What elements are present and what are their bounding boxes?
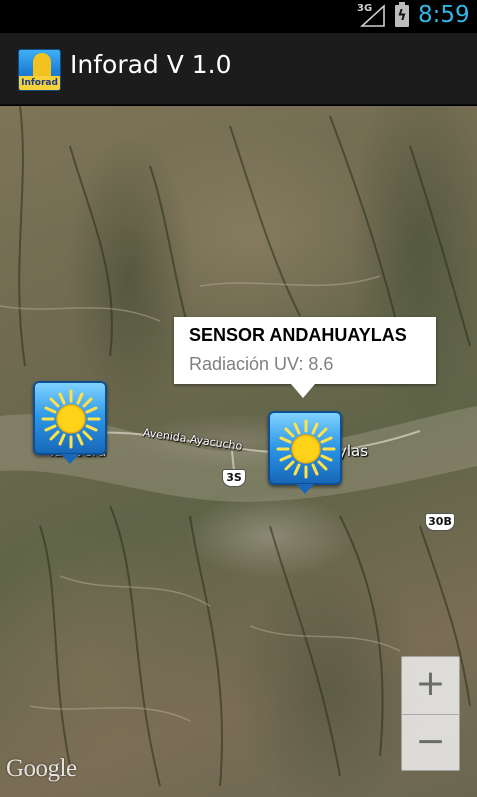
app-title: Inforad V 1.0	[70, 50, 232, 79]
signal-icon	[360, 4, 385, 27]
sensor-marker-andahuaylas[interactable]	[268, 411, 342, 494]
marker-pointer	[61, 454, 79, 464]
info-window-title: SENSOR ANDAHUAYLAS	[189, 325, 407, 345]
status-time: 8:59	[418, 2, 470, 28]
route-shield-30b: 30B	[425, 513, 455, 531]
place-label-andahuaylas: ylas	[338, 442, 369, 460]
battery-charging-icon: ϟ	[395, 2, 409, 27]
zoom-in-button[interactable]: +	[402, 657, 459, 714]
app-icon[interactable]: Inforad	[18, 49, 61, 91]
google-attribution-logo: Google	[6, 755, 77, 782]
sensor-marker-talavera[interactable]	[33, 381, 107, 464]
marker-pointer	[296, 484, 314, 494]
zoom-out-button[interactable]: −	[402, 714, 459, 771]
marker-info-window[interactable]: SENSOR ANDAHUAYLAS Radiación UV: 8.6	[174, 317, 436, 398]
sun-icon	[276, 419, 336, 479]
app-icon-label: Inforad	[19, 76, 60, 90]
sun-icon	[41, 389, 101, 449]
route-shield-3s: 3S	[222, 469, 246, 487]
zoom-controls: + −	[401, 656, 460, 771]
info-window-pointer	[291, 384, 315, 398]
status-bar: 3G ϟ 8:59	[0, 0, 477, 33]
map-view[interactable]: Avenida Ayacucho Talavera ylas 3S 30B	[0, 106, 477, 797]
info-window-snippet: Radiación UV: 8.6	[189, 354, 334, 374]
action-bar: Inforad Inforad V 1.0	[0, 33, 477, 105]
